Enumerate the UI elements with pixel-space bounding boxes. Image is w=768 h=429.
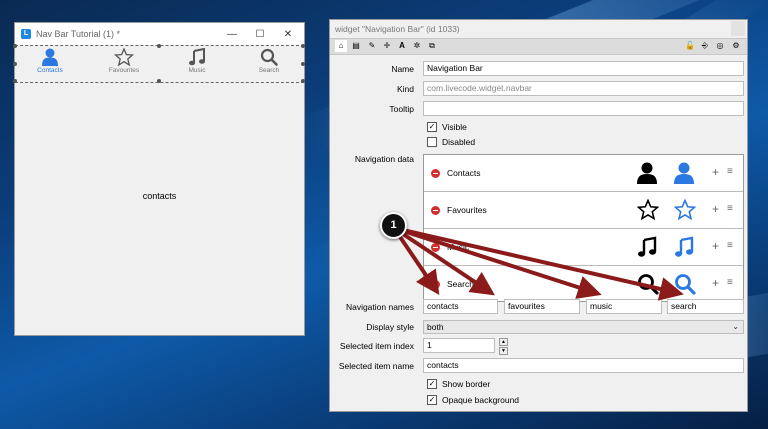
annotation-arrow (392, 226, 684, 301)
annotation-arrow (392, 226, 602, 299)
step-callout-badge: 1 (380, 212, 407, 239)
